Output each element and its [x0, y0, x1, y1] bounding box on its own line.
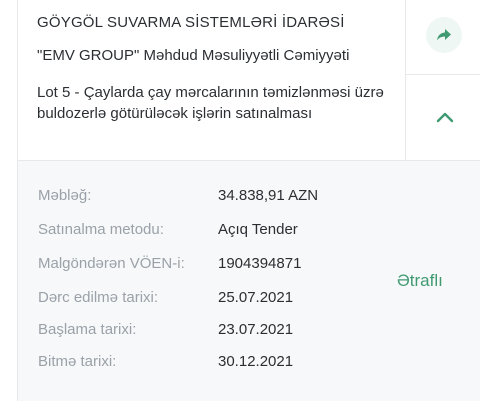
published-value: 25.07.2021 [218, 289, 294, 306]
start-value: 23.07.2021 [218, 321, 294, 338]
start-label: Başlama tarixi: [38, 321, 137, 338]
detail-row-end: Bitmə tarixi: 30.12.2021 [38, 353, 458, 375]
amount-value: 34.838,91 AZN [218, 187, 319, 204]
detail-row-voen: Malgöndərən VÖEN-i: 1904394871 [38, 255, 458, 277]
tender-card: GÖYGÖL SUVARMA SİSTEMLƏRİ İDARƏSİ "EMV G… [17, 0, 480, 401]
action-column [405, 0, 480, 160]
voen-value: 1904394871 [218, 255, 302, 272]
supplier-name: "EMV GROUP" Məhdud Məsuliyyətli Cəmiyyət… [37, 47, 350, 64]
collapse-button[interactable] [430, 102, 460, 132]
tender-title: Lot 5 - Çaylarda çay mərcalarının təmizl… [37, 84, 384, 122]
share-button[interactable] [426, 17, 462, 53]
method-value: Açıq Tender [218, 221, 298, 238]
share-cell [406, 0, 480, 75]
share-arrow-icon [437, 29, 451, 41]
chevron-up-icon [436, 112, 454, 123]
detail-row-amount: Məbləğ: 34.838,91 AZN [38, 187, 458, 209]
detail-row-start: Başlama tarixi: 23.07.2021 [38, 321, 458, 343]
end-value: 30.12.2021 [218, 353, 294, 370]
end-label: Bitmə tarixi: [38, 353, 117, 370]
more-link[interactable]: Ətraflı [397, 271, 443, 291]
voen-label: Malgöndərən VÖEN-i: [38, 255, 185, 272]
amount-label: Məbləğ: [38, 187, 92, 204]
organization-name: GÖYGÖL SUVARMA SİSTEMLƏRİ İDARƏSİ [37, 14, 345, 31]
tender-header: GÖYGÖL SUVARMA SİSTEMLƏRİ İDARƏSİ "EMV G… [18, 0, 480, 161]
published-label: Dərc edilmə tarixi: [38, 289, 159, 306]
detail-row-published: Dərc edilmə tarixi: 25.07.2021 [38, 289, 458, 311]
detail-row-method: Satınalma metodu: Açıq Tender [38, 221, 458, 243]
method-label: Satınalma metodu: [38, 221, 164, 238]
tender-details: Məbləğ: 34.838,91 AZN Satınalma metodu: … [18, 161, 480, 401]
